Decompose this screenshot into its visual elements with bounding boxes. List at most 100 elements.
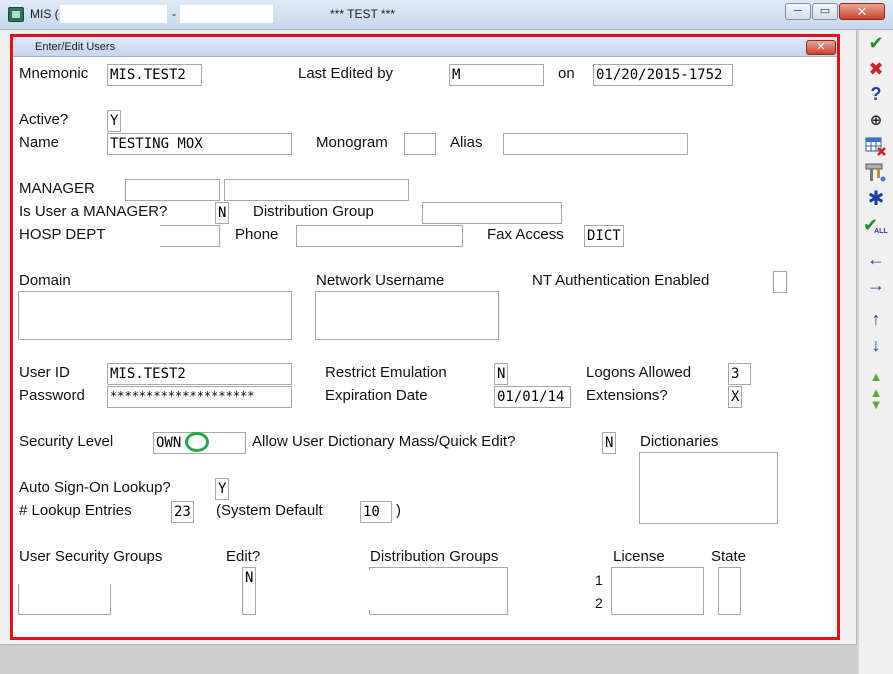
name-label: Name — [19, 134, 60, 151]
alias-field[interactable] — [503, 133, 688, 155]
active-field[interactable]: Y — [107, 110, 121, 132]
logons-allowed-field[interactable]: 3 — [728, 363, 751, 385]
manager-name-field[interactable] — [224, 179, 409, 201]
auto-signon-label: Auto Sign-On Lookup? — [19, 479, 171, 496]
logons-allowed-label: Logons Allowed — [586, 364, 692, 381]
system-default-close-paren: ) — [396, 502, 401, 519]
ok-all-icon[interactable]: ✔ALL — [863, 214, 889, 236]
nt-authentication-checkbox[interactable] — [773, 271, 787, 293]
auto-signon-field[interactable]: Y — [215, 478, 229, 500]
fax-access-field[interactable]: DICT — [584, 225, 624, 247]
dictionaries-list[interactable] — [639, 452, 778, 524]
ok-all-label: ALL — [874, 228, 888, 235]
help-icon[interactable]: ? — [863, 83, 889, 105]
arrow-down-icon[interactable]: ↓ — [863, 334, 889, 356]
restrict-emulation-field[interactable]: N — [494, 363, 508, 385]
ok-check-icon[interactable]: ✔ — [863, 32, 889, 54]
cancel-x-icon[interactable]: ✖ — [863, 58, 889, 80]
fax-access-label: Fax Access — [487, 226, 564, 243]
spreadsheet-delete-icon[interactable] — [863, 136, 889, 158]
binoculars-icon[interactable]: ⊕ — [863, 110, 889, 132]
manager-code-field[interactable] — [125, 179, 220, 201]
extensions-label: Extensions? — [586, 387, 668, 404]
user-id-field[interactable]: MIS.TEST2 — [107, 363, 292, 385]
tools-icon[interactable] — [863, 162, 889, 184]
monogram-field[interactable] — [404, 133, 436, 155]
license-label: License — [613, 548, 665, 565]
license-row-1-label: 1 — [595, 572, 603, 588]
is-user-manager-label: Is User a MANAGER? — [19, 203, 168, 220]
lookup-entries-field[interactable]: 23 — [171, 501, 194, 523]
last-edited-by-field[interactable]: M — [449, 64, 544, 86]
redacted-title-part — [60, 5, 167, 23]
phone-field[interactable] — [296, 225, 463, 247]
dialog-header: Enter/Edit Users ✕ — [13, 37, 837, 57]
redacted-value — [18, 564, 122, 584]
security-group-edit-field[interactable]: N — [242, 567, 256, 615]
arrow-up-icon[interactable]: ↑ — [863, 308, 889, 330]
redacted-value — [337, 570, 373, 610]
maximize-button[interactable]: ▭ — [812, 3, 838, 20]
minimize-button[interactable]: ─ — [785, 3, 811, 20]
app-icon[interactable] — [8, 7, 24, 22]
expiration-date-field[interactable]: 01/01/14 — [494, 386, 571, 408]
password-field[interactable]: ******************** — [107, 386, 292, 408]
arrow-left-icon[interactable]: ← — [863, 248, 889, 270]
close-button[interactable]: ✕ — [839, 3, 885, 20]
environment-label: *** TEST *** — [330, 7, 395, 21]
nt-authentication-label: NT Authentication Enabled — [532, 272, 710, 289]
license-row-2-label: 2 — [595, 595, 603, 611]
redacted-title-part — [180, 5, 273, 23]
extensions-field[interactable]: X — [728, 386, 742, 408]
allow-dictionary-edit-label: Allow User Dictionary Mass/Quick Edit? — [252, 433, 516, 450]
highlight-circle-annotation — [185, 432, 209, 452]
app-title: MIS ( — [30, 7, 59, 21]
edited-on-label: on — [558, 65, 575, 82]
mnemonic-field[interactable]: MIS.TEST2 — [107, 64, 202, 86]
domain-field[interactable] — [18, 291, 292, 340]
window-title-bar: MIS ( - *** TEST *** ─ ▭ ✕ — [0, 0, 893, 30]
mnemonic-label: Mnemonic — [19, 65, 89, 82]
manager-label: MANAGER — [19, 180, 95, 197]
right-toolbar: ✔ ✖ ? ⊕ ✱ ✔ALL ← → ↑ ↓ ▲ ▲ ▼ — [858, 30, 893, 674]
asterisk-icon[interactable]: ✱ — [863, 188, 889, 210]
edited-on-field[interactable]: 01/20/2015-1752 — [593, 64, 733, 86]
alias-label: Alias — [450, 134, 483, 151]
user-security-groups-label: User Security Groups — [19, 548, 163, 565]
hosp-dept-label: HOSP DEPT — [19, 226, 106, 243]
allow-dictionary-edit-field[interactable]: N — [602, 432, 616, 454]
expiration-date-label: Expiration Date — [325, 387, 428, 404]
state-label: State — [711, 548, 747, 565]
page-down-icon[interactable]: ▼ — [863, 394, 889, 416]
system-default-field[interactable]: 10 — [360, 501, 392, 523]
monogram-label: Monogram — [316, 134, 388, 151]
is-user-manager-field[interactable]: N — [215, 202, 229, 224]
lookup-entries-label: # Lookup Entries — [19, 502, 132, 519]
network-username-field[interactable] — [315, 291, 499, 340]
active-label: Active? — [19, 111, 69, 128]
arrow-right-icon[interactable]: → — [863, 274, 889, 296]
last-edited-by-label: Last Edited by — [298, 65, 394, 82]
edit-label: Edit? — [226, 548, 261, 565]
name-field[interactable]: TESTING MOX — [107, 133, 292, 155]
domain-label: Domain — [19, 272, 71, 289]
title-separator: - — [172, 7, 176, 21]
status-strip — [0, 644, 857, 674]
enter-edit-users-dialog: Enter/Edit Users ✕ Mnemonic MIS.TEST2 La… — [10, 34, 840, 640]
license-list[interactable] — [611, 567, 704, 615]
dictionaries-label: Dictionaries — [640, 433, 719, 450]
distribution-groups-list[interactable] — [369, 567, 508, 615]
network-username-label: Network Username — [316, 272, 445, 289]
distribution-group-field[interactable] — [422, 202, 562, 224]
state-list[interactable] — [718, 567, 741, 615]
password-label: Password — [19, 387, 85, 404]
dialog-title: Enter/Edit Users — [35, 41, 116, 53]
security-level-label: Security Level — [19, 433, 114, 450]
distribution-groups-label: Distribution Groups — [370, 548, 499, 565]
redacted-value — [125, 224, 160, 248]
distribution-group-label: Distribution Group — [253, 203, 374, 220]
dialog-close-button[interactable]: ✕ — [806, 40, 836, 55]
user-id-label: User ID — [19, 364, 70, 381]
system-default-label: (System Default — [216, 502, 323, 519]
phone-label: Phone — [235, 226, 279, 243]
